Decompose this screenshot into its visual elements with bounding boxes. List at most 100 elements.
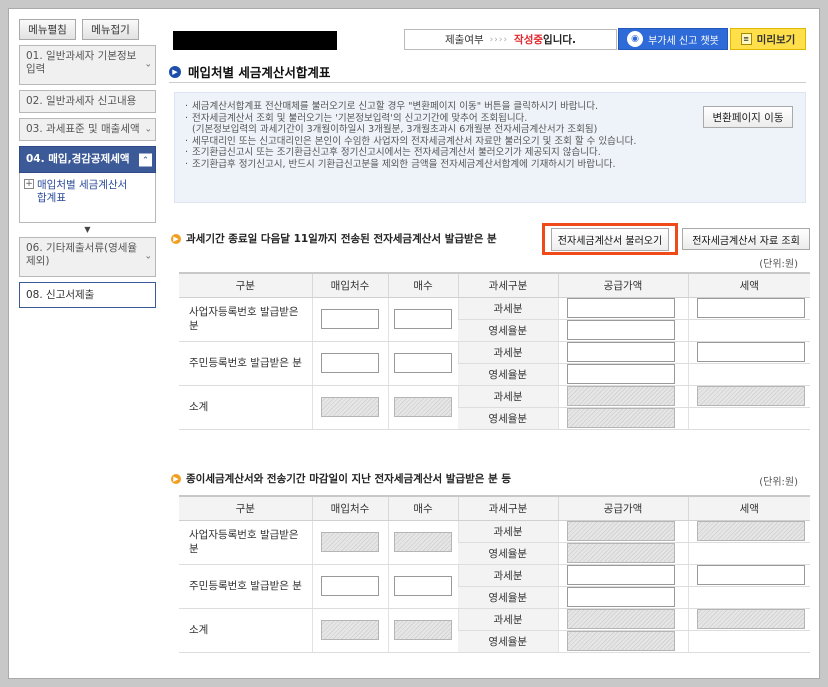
paper-resident-invoice-count-input[interactable] (394, 576, 452, 596)
section-title-paper: ▶ 종이세금계산서와 전송기간 마감일이 지난 전자세금계산서 발급받은 분 등 (171, 471, 511, 486)
status-label: 제출여부 (445, 34, 484, 46)
sub-label-zero-rated: 영세율분 (458, 542, 558, 565)
col-header: 매입처수 (311, 495, 388, 521)
vat-chatbot-button[interactable]: ◉ 부가세 신고 챗봇 (618, 28, 728, 50)
chevron-down-icon[interactable]: ⌄ (144, 59, 152, 72)
sidebar-item-basic-info[interactable]: 01. 일반과세자 기본정보입력 ⌄ (19, 45, 156, 85)
col-header: 세액 (687, 272, 810, 298)
col-header: 공급가액 (557, 272, 688, 298)
row-label-resident: 주민등록번호 발급받은 분 (179, 341, 312, 386)
sub-label-zero-rated: 영세율분 (458, 407, 558, 430)
paper-business-zero-supply-field (566, 543, 675, 563)
paper-business-taxable-supply-field (566, 521, 675, 541)
business-zero-supply-input[interactable] (566, 320, 675, 340)
sidebar-item-purchase-deduction[interactable]: 04. 매입,경감공제세액 ⌃ (19, 146, 156, 173)
subtotal-invoice-count-field (394, 397, 452, 417)
resident-zero-supply-input[interactable] (566, 364, 675, 384)
section-title-text: 과세기간 종료일 다음달 11일까지 전송된 전자세금계산서 발급받은 분 (186, 233, 497, 245)
divider (169, 82, 806, 83)
col-header: 과세구분 (457, 495, 558, 521)
bullet-icon: ▶ (171, 233, 181, 244)
col-header: 구분 (179, 495, 312, 521)
sub-label-zero-rated: 영세율분 (458, 319, 558, 342)
paper-resident-vendor-count-input[interactable] (321, 576, 379, 596)
col-header: 세액 (687, 495, 810, 521)
collapse-all-button[interactable]: 메뉴접기 (82, 19, 139, 40)
sub-label-taxable: 과세분 (457, 297, 558, 320)
chevron-down-icon[interactable]: ⌄ (144, 251, 152, 264)
chatbot-icon: ◉ (627, 31, 644, 47)
sub-label-taxable: 과세분 (457, 564, 558, 587)
unit-label: (단위:원) (759, 477, 798, 488)
expand-all-button[interactable]: 메뉴펼침 (19, 19, 76, 40)
notice-line: 조기환급후 정기신고시, 반드시 기환급신고분을 제외한 금액을 전자세금계산서… (185, 159, 795, 171)
resident-vendor-count-input[interactable] (321, 353, 379, 373)
electronic-invoice-table: 구분 매입처수 매수 과세구분 공급가액 세액 사업자등록번호 발급받은 분 과… (179, 272, 810, 430)
status-suffix: 입니다. (543, 34, 576, 46)
row-label-business: 사업자등록번호 발급받은 분 (179, 297, 312, 342)
sidebar-subitem-purchase-tax-invoice[interactable]: + 매입처별 세금계산서 합계표 (19, 173, 156, 223)
lookup-e-invoice-button[interactable]: 전자세금계산서 자료 조회 (682, 228, 810, 250)
resident-invoice-count-input[interactable] (394, 353, 452, 373)
col-header: 공급가액 (557, 495, 688, 521)
business-taxable-tax-input[interactable] (696, 298, 805, 318)
triangle-down-icon: ▼ (84, 225, 91, 234)
paper-subtotal-taxable-tax-field (696, 609, 805, 629)
sidebar-item-submit[interactable]: 08. 신고서제출 (19, 282, 156, 308)
unit-label: (단위:원) (759, 259, 798, 270)
paper-subtotal-zero-supply-field (566, 631, 675, 651)
paper-resident-taxable-supply-input[interactable] (566, 565, 675, 585)
subtotal-taxable-supply-field (566, 386, 675, 406)
sidebar-item-report-content[interactable]: 02. 일반과세자 신고내용 (19, 90, 156, 113)
business-vendor-count-input[interactable] (321, 309, 379, 329)
col-header: 매수 (387, 272, 458, 298)
row-label-business: 사업자등록번호 발급받은 분 (179, 520, 312, 565)
section-title-text: 종이세금계산서와 전송기간 마감일이 지난 전자세금계산서 발급받은 분 등 (186, 473, 512, 485)
chatbot-label: 부가세 신고 챗봇 (648, 35, 719, 47)
row-label-resident: 주민등록번호 발급받은 분 (179, 564, 312, 609)
sidebar-item-label: 02. 일반과세자 신고내용 (26, 95, 137, 107)
paper-resident-taxable-tax-input[interactable] (696, 565, 805, 585)
sub-label-taxable: 과세분 (457, 608, 558, 631)
plus-icon: + (24, 179, 34, 189)
notice-line: 세무대리인 또는 신고대리인은 본인이 수임한 사업자의 전자세금계산서 자료만… (185, 136, 795, 148)
chevron-down-icon[interactable]: ⌄ (144, 123, 152, 136)
load-e-invoice-button[interactable]: 전자세금계산서 불러오기 (542, 223, 678, 255)
row-label-subtotal: 소계 (179, 608, 312, 653)
business-taxable-supply-input[interactable] (566, 298, 675, 318)
resident-taxable-supply-input[interactable] (566, 342, 675, 362)
sub-label-zero-rated: 영세율분 (458, 586, 558, 609)
business-invoice-count-input[interactable] (394, 309, 452, 329)
load-e-invoice-label: 전자세금계산서 불러오기 (550, 227, 670, 251)
resident-taxable-tax-input[interactable] (696, 342, 805, 362)
sidebar-item-other-documents[interactable]: 06. 기타제출서류(영세율제외) ⌄ (19, 237, 156, 277)
preview-button[interactable]: ≡ 미리보기 (730, 28, 806, 50)
col-header: 구분 (179, 272, 312, 298)
section-title-electronic: ▶ 과세기간 종료일 다음달 11일까지 전송된 전자세금계산서 발급받은 분 (171, 231, 497, 246)
sidebar-item-label: 01. 일반과세자 기본정보입력 (26, 50, 137, 75)
arrows-icon: ›››› (489, 34, 509, 45)
row-label-subtotal: 소계 (179, 385, 312, 430)
paper-subtotal-vendor-count-field (321, 620, 379, 640)
paper-subtotal-taxable-supply-field (566, 609, 675, 629)
preview-label: 미리보기 (756, 33, 796, 46)
page-title-row: ▶ 매입처별 세금계산서합계표 (169, 62, 330, 81)
sidebar-item-label: 06. 기타제출서류(영세율제외) (26, 242, 138, 267)
paper-subtotal-invoice-count-field (394, 620, 452, 640)
paper-invoice-table: 구분 매입처수 매수 과세구분 공급가액 세액 사업자등록번호 발급받은 분 과… (179, 495, 810, 653)
paper-resident-zero-supply-input[interactable] (566, 587, 675, 607)
sidebar: 메뉴펼침 메뉴접기 01. 일반과세자 기본정보입력 ⌄ 02. 일반과세자 신… (19, 19, 156, 313)
paper-business-taxable-tax-field (696, 521, 805, 541)
sub-label-taxable: 과세분 (457, 385, 558, 408)
paper-business-vendor-count-field (321, 532, 379, 552)
change-page-button[interactable]: 변환페이지 이동 (703, 106, 793, 128)
subtotal-vendor-count-field (321, 397, 379, 417)
arrow-circle-icon: ▶ (169, 65, 181, 78)
chevron-up-icon[interactable]: ⌃ (139, 153, 152, 166)
sub-label-taxable: 과세분 (457, 520, 558, 543)
status-state: 작성중 (514, 34, 544, 46)
page-title: 매입처별 세금계산서합계표 (188, 65, 331, 80)
subtotal-zero-supply-field (566, 408, 675, 428)
sidebar-item-tax-base[interactable]: 03. 과세표준 및 매출세액 ⌄ (19, 118, 156, 141)
col-header: 매입처수 (311, 272, 388, 298)
